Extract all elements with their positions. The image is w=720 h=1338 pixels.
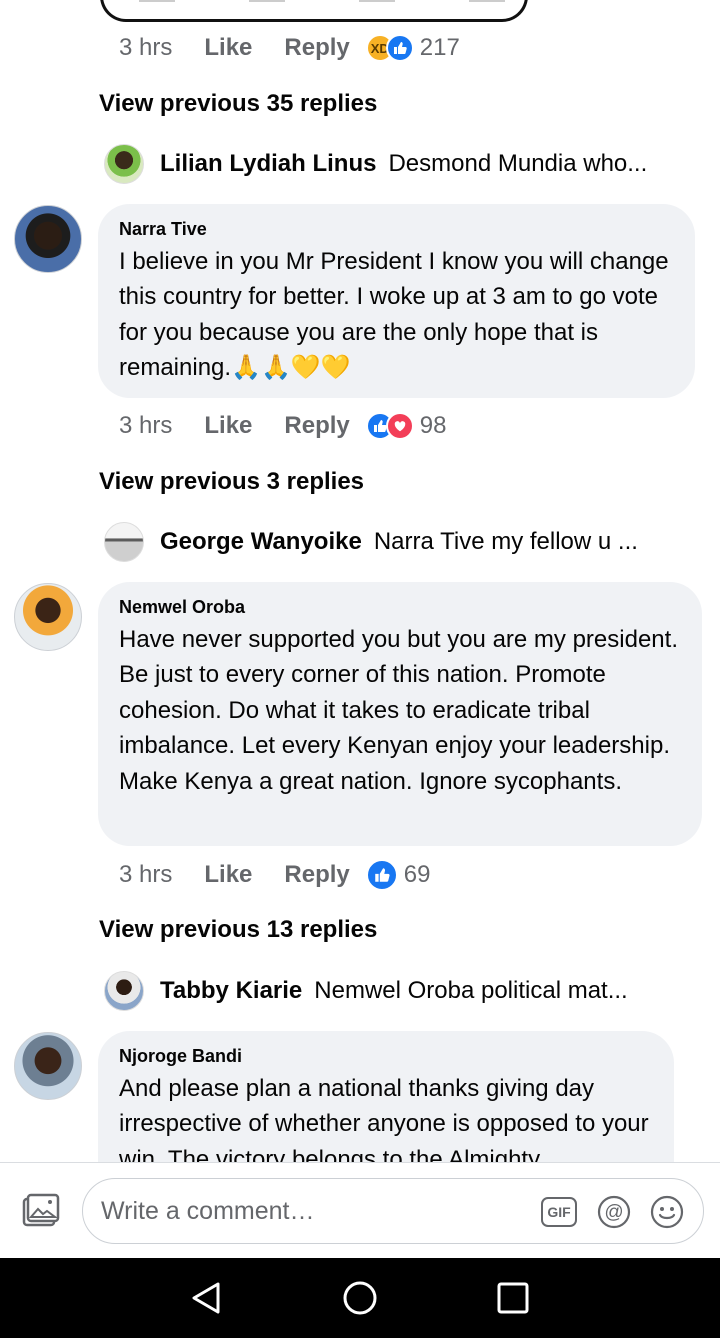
reply-text: Narra Tive my fellow u ... xyxy=(373,528,638,555)
reply-author[interactable]: Tabby Kiarie xyxy=(160,977,302,1005)
photo-icon[interactable] xyxy=(20,1193,60,1229)
avatar[interactable] xyxy=(104,971,144,1011)
like-button[interactable]: Like xyxy=(204,861,252,889)
avatar[interactable] xyxy=(104,144,144,184)
comment-author[interactable]: Nemwel Oroba xyxy=(119,596,682,618)
comment-time: 3 hrs xyxy=(119,412,173,439)
back-icon[interactable] xyxy=(188,1280,224,1316)
comment-text: And please plan a national thanks giving… xyxy=(119,1075,649,1162)
attached-card xyxy=(100,0,528,22)
comment-actions: 3 hrs Like Reply 69 xyxy=(119,857,430,893)
reply-text: Nemwel Oroba political mat... xyxy=(314,977,628,1004)
svg-text:@: @ xyxy=(604,1202,623,1223)
recents-icon[interactable] xyxy=(495,1280,531,1316)
avatar[interactable] xyxy=(104,522,144,562)
love-reaction-icon xyxy=(385,412,414,440)
comment-time: 3 hrs xyxy=(119,861,173,888)
avatar[interactable] xyxy=(14,205,82,273)
mention-icon[interactable]: @ xyxy=(596,1195,632,1229)
comment-bubble[interactable]: Njoroge Bandi And please plan a national… xyxy=(98,1031,674,1162)
comment-bubble[interactable]: Narra Tive I believe in you Mr President… xyxy=(98,204,695,398)
reply-author[interactable]: Lilian Lydiah Linus xyxy=(160,150,376,178)
like-button[interactable]: Like xyxy=(204,34,252,62)
gif-icon[interactable]: GIF xyxy=(541,1197,577,1227)
comment-actions: 3 hrs Like Reply 98 xyxy=(119,408,446,444)
reaction-count: 98 xyxy=(419,412,447,439)
comment-bubble[interactable]: Nemwel Oroba Have never supported you bu… xyxy=(98,582,702,846)
system-navigation-bar xyxy=(0,1258,720,1338)
avatar[interactable] xyxy=(14,1032,82,1100)
reply-preview[interactable]: George Wanyoike Narra Tive my fellow u .… xyxy=(104,522,694,562)
comment-composer: GIF @ xyxy=(0,1162,720,1258)
reply-preview[interactable]: Tabby Kiarie Nemwel Oroba political mat.… xyxy=(104,971,694,1011)
view-previous-replies[interactable]: View previous 35 replies xyxy=(99,90,377,118)
reactions-summary[interactable]: XD 217 xyxy=(365,34,460,62)
comments-feed[interactable]: 3 hrs Like Reply XD 217 View previous 35… xyxy=(0,0,720,1162)
comment-text: Have never supported you but you are my … xyxy=(119,626,678,795)
reply-button[interactable]: Reply xyxy=(284,861,349,889)
avatar[interactable] xyxy=(14,583,82,651)
comment-time: 3 hrs xyxy=(119,34,173,61)
reaction-count: 217 xyxy=(419,34,460,61)
comment-author[interactable]: Njoroge Bandi xyxy=(119,1045,654,1067)
emoji-icon[interactable] xyxy=(649,1195,685,1229)
comment-author[interactable]: Narra Tive xyxy=(119,218,675,240)
view-previous-replies[interactable]: View previous 3 replies xyxy=(99,468,364,496)
like-button[interactable]: Like xyxy=(204,412,252,440)
home-icon[interactable] xyxy=(342,1280,378,1316)
view-previous-replies[interactable]: View previous 13 replies xyxy=(99,916,377,944)
reply-button[interactable]: Reply xyxy=(284,34,349,62)
reply-text: Desmond Mundia who... xyxy=(388,150,648,177)
comment-input-box[interactable]: GIF @ xyxy=(82,1178,704,1244)
reaction-count: 69 xyxy=(403,861,431,888)
reply-author[interactable]: George Wanyoike xyxy=(160,528,362,556)
comment-actions: 3 hrs Like Reply XD 217 xyxy=(119,30,460,66)
reactions-summary[interactable]: 69 xyxy=(365,859,431,891)
reactions-summary[interactable]: 98 xyxy=(365,412,447,440)
reply-button[interactable]: Reply xyxy=(284,412,349,440)
comment-input[interactable] xyxy=(101,1193,531,1229)
like-reaction-icon xyxy=(385,34,414,62)
like-reaction-icon xyxy=(365,859,398,891)
comment-text: I believe in you Mr President I know you… xyxy=(119,248,669,382)
reply-preview[interactable]: Lilian Lydiah Linus Desmond Mundia who..… xyxy=(104,144,694,184)
